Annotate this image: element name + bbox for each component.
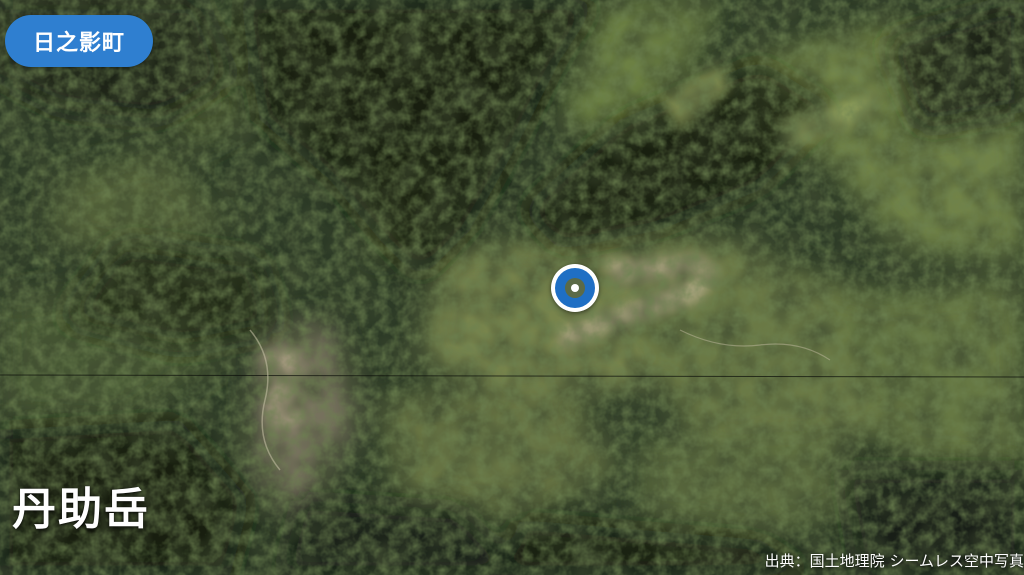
marker-ring xyxy=(555,268,595,308)
location-pin-icon[interactable] xyxy=(551,264,599,312)
marker-center-dot xyxy=(571,284,579,292)
aerial-photo-map[interactable] xyxy=(0,0,1024,575)
region-badge[interactable]: 日之影町 xyxy=(5,15,153,67)
map-viewer[interactable]: 日之影町 丹助岳 出典：国土地理院 シームレス空中写真 xyxy=(0,0,1024,575)
attribution-text: 出典：国土地理院 シームレス空中写真 xyxy=(764,552,1024,570)
place-name: 丹助岳 xyxy=(12,484,150,535)
marker-thumbnail xyxy=(565,278,585,298)
